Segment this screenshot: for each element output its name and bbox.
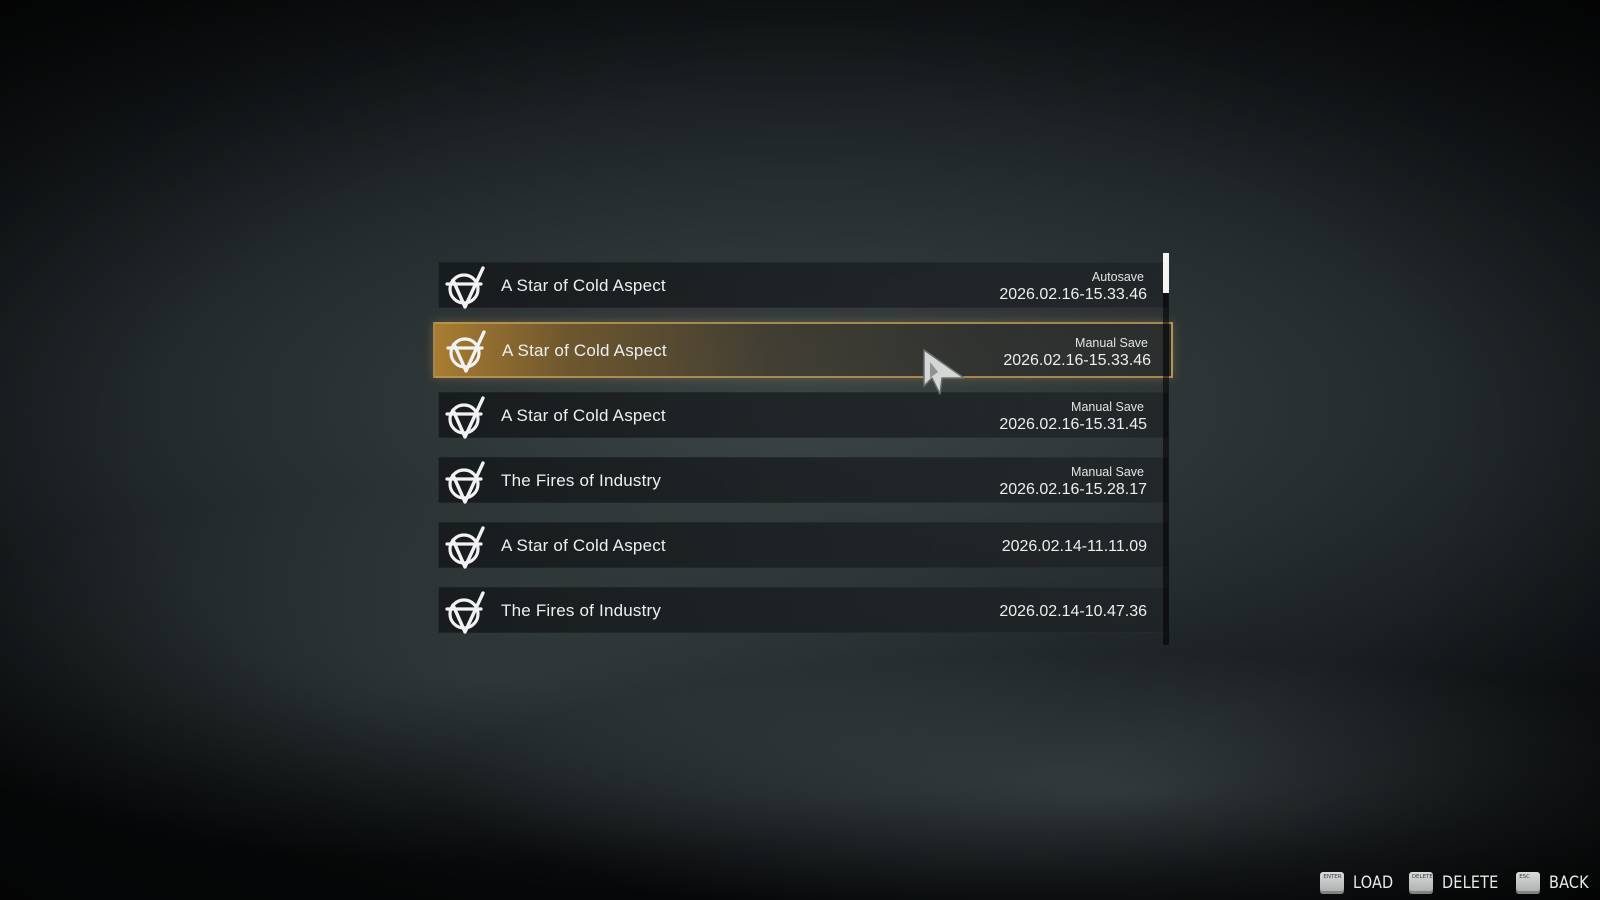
save-timestamp: 2026.02.14-11.11.09: [1001, 538, 1147, 555]
save-title: The Fires of Industry: [501, 471, 662, 490]
save-row-6[interactable]: The Fires of Industry 2026.02.14-10.47.3…: [438, 587, 1168, 634]
save-timestamp: 2026.02.16-15.28.17: [999, 481, 1147, 498]
anarchy-circle-emblem-icon: [445, 461, 485, 504]
save-row-3[interactable]: A Star of Cold Aspect Manual Save 2026.0…: [438, 392, 1168, 439]
save-meta: 2026.02.14-10.47.36: [999, 602, 1147, 621]
anarchy-circle-emblem-icon: [446, 330, 486, 373]
arrow-cursor-icon: [923, 349, 965, 395]
save-title: A Star of Cold Aspect: [501, 536, 666, 555]
save-title: A Star of Cold Aspect: [501, 406, 666, 425]
save-meta: Manual Save 2026.02.16-15.31.45: [999, 400, 1147, 434]
save-row-2-selected[interactable]: A Star of Cold Aspect Manual Save 2026.0…: [433, 322, 1173, 378]
delete-label: DELETE: [1441, 873, 1499, 893]
save-type-label: Manual Save: [1075, 336, 1148, 350]
save-meta: Manual Save 2026.02.16-15.28.17: [999, 465, 1147, 499]
enter-key-icon: ENTER: [1320, 872, 1345, 894]
save-title: A Star of Cold Aspect: [502, 341, 667, 360]
save-timestamp: 2026.02.16-15.33.46: [999, 286, 1147, 303]
delete-hint-button[interactable]: DELETE DELETE: [1408, 872, 1502, 894]
save-meta: Manual Save 2026.02.16-15.33.46: [1003, 336, 1151, 370]
save-type-label: Manual Save: [1071, 400, 1144, 414]
anarchy-circle-emblem-icon: [445, 396, 485, 439]
load-game-screen: A Star of Cold Aspect Autosave 2026.02.1…: [0, 0, 1600, 900]
anarchy-circle-emblem-icon: [445, 266, 485, 309]
back-hint-button[interactable]: ESC BACK: [1516, 872, 1590, 894]
save-title: A Star of Cold Aspect: [501, 276, 666, 295]
anarchy-circle-emblem-icon: [445, 526, 485, 569]
save-title: The Fires of Industry: [501, 601, 662, 620]
esc-key-icon: ESC: [1516, 872, 1541, 894]
save-meta: Autosave 2026.02.16-15.33.46: [999, 270, 1147, 304]
load-label: LOAD: [1353, 873, 1394, 893]
save-row-1[interactable]: A Star of Cold Aspect Autosave 2026.02.1…: [438, 262, 1168, 309]
save-timestamp: 2026.02.16-15.31.45: [999, 416, 1147, 433]
scroll-thumb[interactable]: [1163, 253, 1169, 293]
save-row-4[interactable]: The Fires of Industry Manual Save 2026.0…: [438, 457, 1168, 504]
delete-key-icon: DELETE: [1408, 872, 1433, 894]
save-meta: 2026.02.14-11.11.09: [1002, 537, 1147, 556]
save-type-label: Autosave: [1091, 270, 1144, 284]
save-timestamp: 2026.02.16-15.33.46: [1003, 352, 1151, 369]
anarchy-circle-emblem-icon: [445, 591, 485, 634]
load-hint-button[interactable]: ENTER LOAD: [1320, 872, 1394, 894]
back-label: BACK: [1549, 873, 1589, 893]
save-timestamp: 2026.02.14-10.47.36: [999, 603, 1147, 620]
key-hints-bar: ENTER LOAD DELETE DELETE ESC BACK: [1320, 868, 1590, 898]
save-type-label: Manual Save: [1071, 465, 1144, 479]
save-list-scrollbar[interactable]: [1163, 253, 1169, 645]
save-list: A Star of Cold Aspect Autosave 2026.02.1…: [433, 262, 1173, 652]
save-row-5[interactable]: A Star of Cold Aspect 2026.02.14-11.11.0…: [438, 522, 1168, 569]
